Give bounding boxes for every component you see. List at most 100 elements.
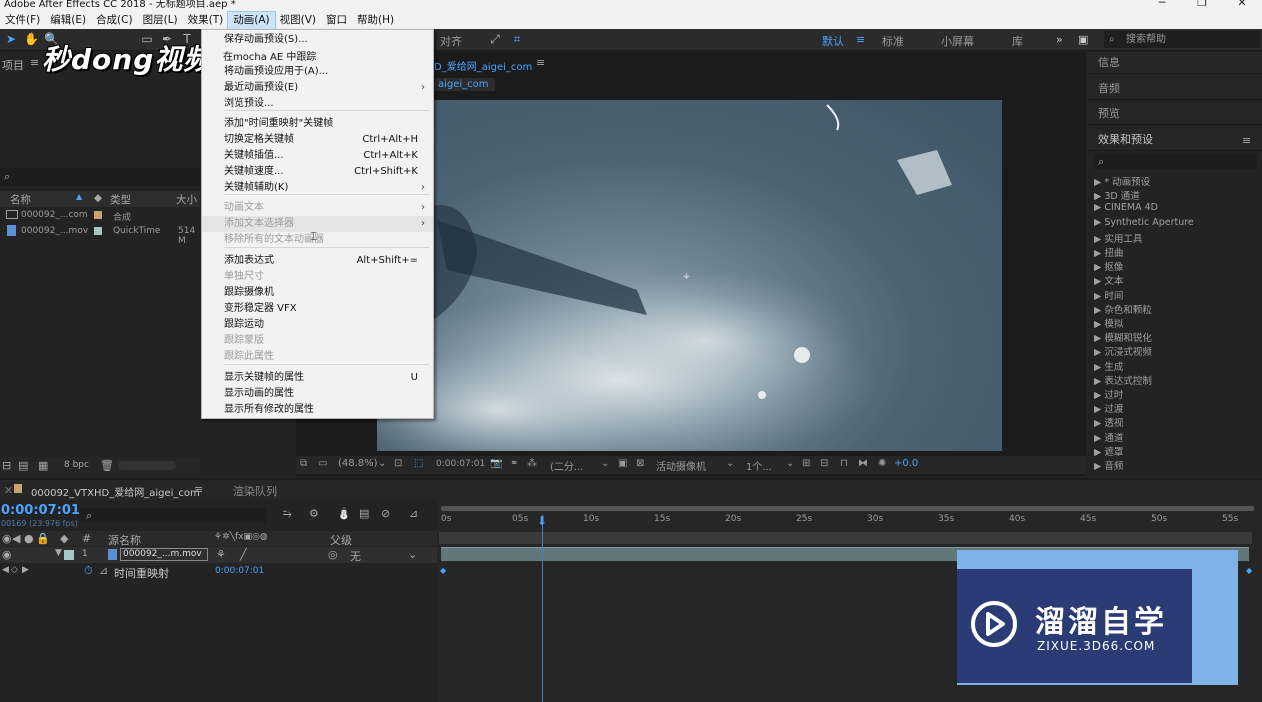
menu-item[interactable]: 保存动画预设(S)... <box>202 32 433 48</box>
expand-triangle-icon[interactable]: ▶ <box>1094 177 1104 188</box>
effects-category[interactable]: ▶ 扭曲 <box>1094 245 1123 259</box>
draft-3d-icon[interactable]: ⚙ <box>309 507 319 520</box>
expand-triangle-icon[interactable]: ▶ <box>1094 461 1104 472</box>
project-tab[interactable]: 项目 <box>2 57 24 73</box>
menu-item[interactable]: 跟踪运动 <box>202 317 433 333</box>
chevron-down-icon[interactable]: ⌄ <box>786 458 794 469</box>
workspace-default[interactable]: 默认 <box>822 33 844 49</box>
effects-category[interactable]: ▶ 过渡 <box>1094 401 1123 415</box>
composition-tab[interactable]: D_爱给网_aigei_com <box>434 58 532 73</box>
label-color-swatch[interactable] <box>64 550 74 560</box>
info-panel-header[interactable]: 信息 <box>1088 52 1262 74</box>
search-help-input[interactable]: ⌕ 搜索帮助 <box>1104 31 1260 48</box>
layer-row[interactable]: ◉ ▼ 1 000092_...m.mov ⚘ ╱ ◎ 无 ⌄ <box>0 547 437 563</box>
column-name[interactable]: 名称 <box>10 192 31 207</box>
add-keyframe-icon[interactable]: ◇ <box>11 565 18 575</box>
frame-blending-icon[interactable]: ▤ <box>359 507 369 520</box>
monitor-icon[interactable]: ▭ <box>318 458 327 469</box>
hand-tool-icon[interactable]: ✋ <box>24 32 39 46</box>
expand-triangle-icon[interactable]: ▶ <box>1094 418 1104 429</box>
transparency-grid-icon[interactable]: ⊠ <box>636 458 644 469</box>
menu-item[interactable]: 显示动画的属性 <box>202 386 433 402</box>
property-value[interactable]: 0:00:07:01 <box>215 566 264 576</box>
more-workspaces-icon[interactable]: » <box>1056 33 1063 46</box>
effects-category[interactable]: ▶ * 动画预设 <box>1094 174 1150 188</box>
mask-visibility-icon[interactable]: ⬚ <box>414 458 423 469</box>
menu-item[interactable]: 显示关键帧的属性 U <box>202 370 433 386</box>
expand-triangle-icon[interactable]: ▶ <box>1094 376 1104 387</box>
effects-category[interactable]: ▶ 模拟 <box>1094 316 1123 330</box>
snap-icon[interactable]: ⤢ <box>488 32 502 46</box>
align-label[interactable]: 对齐 <box>440 33 462 49</box>
workspace-standard[interactable]: 标准 <box>882 33 904 49</box>
expand-triangle-icon[interactable]: ▶ <box>1094 333 1104 344</box>
current-time-display[interactable]: 0:00:07:01 <box>1 503 80 518</box>
timeline-icon[interactable]: ⊓ <box>840 458 848 469</box>
expand-triangle-icon[interactable]: ▶ <box>1094 248 1104 259</box>
graph-editor-icon[interactable]: ⊿ <box>409 507 418 520</box>
expand-triangle-icon[interactable]: ▶ <box>1094 202 1104 213</box>
chevron-down-icon[interactable]: ⌄ <box>726 458 734 469</box>
composition-flowchart-icon[interactable]: ⥲ <box>283 507 292 521</box>
effects-panel-header[interactable]: 效果和预设 <box>1088 129 1262 151</box>
audio-icon[interactable]: ◀ <box>12 532 20 545</box>
expand-triangle-icon[interactable]: ▶ <box>1094 390 1104 401</box>
views-dropdown[interactable]: 1个... <box>746 458 772 473</box>
expand-triangle-icon[interactable]: ▶ <box>1094 362 1104 373</box>
expand-triangle-icon[interactable]: ▶ <box>1094 433 1104 444</box>
parent-column[interactable]: 父级 <box>330 532 352 548</box>
parent-dropdown[interactable]: 无 <box>350 548 361 564</box>
effects-category[interactable]: ▶ 通道 <box>1094 430 1123 444</box>
menu-item[interactable]: 添加"时间重映射"关键帧 <box>202 116 433 132</box>
menu-help[interactable]: 帮助(H) <box>352 12 399 29</box>
workspace-menu-icon[interactable]: ≡ <box>856 33 865 46</box>
expand-triangle-icon[interactable]: ▶ <box>1094 305 1104 316</box>
keyframe-icon[interactable]: ◆ <box>440 566 446 575</box>
expand-triangle-icon[interactable]: ▶ <box>1094 404 1104 415</box>
expand-triangle-icon[interactable]: ▶ <box>1094 291 1104 302</box>
chevron-down-icon[interactable]: ⌄ <box>378 458 386 469</box>
menu-item-track-in-mocha[interactable]: 在mocha AE 中跟踪 <box>223 48 316 63</box>
video-visibility-icon[interactable]: ◉ <box>2 532 12 545</box>
preview-panel-header[interactable]: 预览 <box>1088 103 1262 125</box>
exposure-reset-icon[interactable]: ✺ <box>878 458 886 469</box>
effects-category[interactable]: ▶ CINEMA 4D <box>1094 202 1158 213</box>
expand-triangle-icon[interactable]: ▶ <box>1094 319 1104 330</box>
source-name-column[interactable]: 源名称 <box>108 532 141 548</box>
menu-item[interactable]: 添加表达式 Alt+Shift+= <box>202 253 433 269</box>
safe-margins-icon[interactable]: ⊡ <box>394 458 402 469</box>
workspace-library[interactable]: 库 <box>1012 33 1023 49</box>
playhead[interactable] <box>542 515 543 702</box>
timeline-tab[interactable]: 000092_VTXHD_爱给网_aigei_com <box>31 484 200 499</box>
fast-previews-icon[interactable]: ⊟ <box>820 458 828 469</box>
effects-search-input[interactable]: ⌕ <box>1094 154 1257 169</box>
zoom-dropdown[interactable]: (48.8%) <box>338 458 378 469</box>
close-tab-icon[interactable]: ✕ <box>4 484 13 497</box>
effects-category[interactable]: ▶ 沉浸式视频 <box>1094 344 1152 358</box>
menu-item[interactable]: 关键帧插值... Ctrl+Alt+K <box>202 148 433 164</box>
playhead-handle-icon[interactable]: ⬇ <box>537 514 547 528</box>
expand-triangle-icon[interactable]: ▶ <box>1094 276 1104 287</box>
flowchart-icon[interactable]: ⧓ <box>858 458 868 469</box>
menu-item[interactable]: 将动画预设应用于(A)... <box>202 64 433 80</box>
project-item[interactable]: 000092_...mov QuickTime 514 M <box>0 224 200 246</box>
lock-icon[interactable]: 🔒 <box>36 532 50 545</box>
maximize-icon[interactable]: ❐ <box>1182 0 1222 10</box>
new-composition-icon[interactable]: ▦ <box>38 459 48 472</box>
hide-shy-layers-icon[interactable]: ⛄ <box>337 507 351 520</box>
solo-icon[interactable]: ● <box>24 532 34 545</box>
work-area-bar[interactable] <box>441 506 1254 511</box>
show-snapshot-icon[interactable]: ⚭ <box>510 458 518 469</box>
menu-item[interactable]: 最近动画预设(E) › <box>202 80 433 96</box>
effects-category[interactable]: ▶ 文本 <box>1094 273 1123 287</box>
menu-view[interactable]: 视图(V) <box>275 12 321 29</box>
effects-category[interactable]: ▶ 过时 <box>1094 387 1123 401</box>
chevron-down-icon[interactable]: ⌄ <box>408 548 417 561</box>
toggle-pixel-aspect-icon[interactable]: ⊞ <box>802 458 810 469</box>
interpret-footage-icon[interactable]: ⊟ <box>2 459 11 472</box>
expand-triangle-icon[interactable]: ▶ <box>1094 217 1104 228</box>
composition-breadcrumb[interactable]: aigei_com <box>432 78 495 91</box>
resolution-dropdown[interactable]: (二分... <box>550 458 583 473</box>
camera-dropdown[interactable]: 活动摄像机 <box>656 458 706 473</box>
project-search-input[interactable]: ⌕ <box>0 168 200 186</box>
